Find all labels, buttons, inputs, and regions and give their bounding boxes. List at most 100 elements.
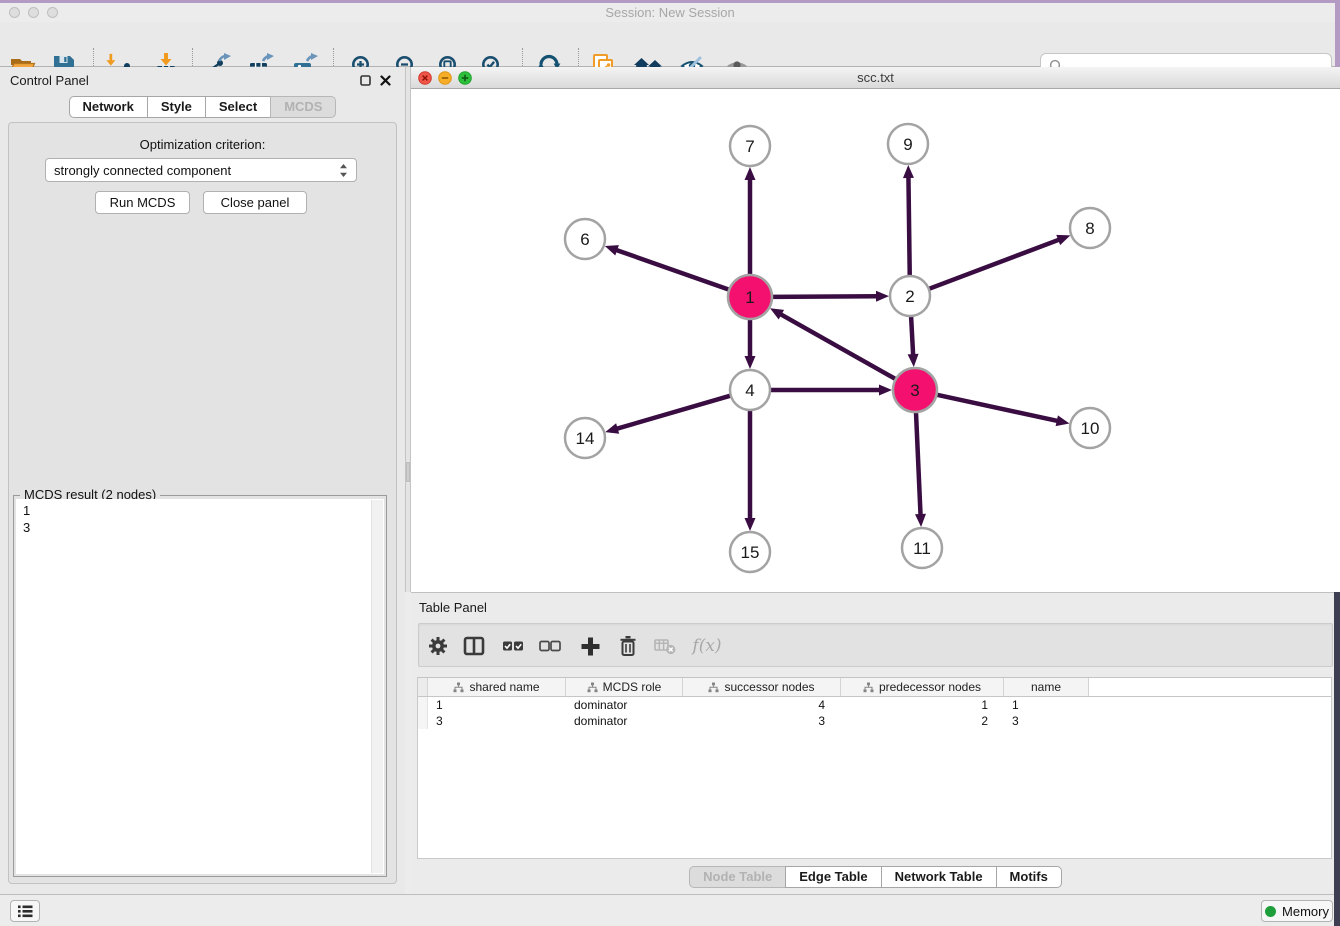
graph-node-1[interactable]: 1: [728, 275, 772, 319]
float-panel-button[interactable]: [359, 74, 372, 87]
table-cell[interactable]: 1: [1004, 697, 1089, 713]
show-panels-list-button[interactable]: [10, 900, 40, 922]
graph-node-15[interactable]: 15: [730, 532, 770, 572]
graph-node-label: 14: [576, 429, 595, 448]
application-window: Session: New Session: [0, 0, 1340, 926]
graph-node-label: 8: [1085, 219, 1094, 238]
graph-node-10[interactable]: 10: [1070, 408, 1110, 448]
tab-style[interactable]: Style: [147, 96, 206, 118]
dropdown-arrows-icon: [339, 163, 348, 178]
network-canvas[interactable]: 1 2 3 4 6 7 8 9 10 11 14 15: [411, 89, 1340, 592]
table-cell[interactable]: dominator: [566, 713, 683, 729]
column-label: successor nodes: [724, 680, 814, 694]
main-toolbar: [0, 22, 1340, 67]
graph-edge-1-6[interactable]: [615, 250, 729, 290]
table-cell[interactable]: 1: [428, 697, 566, 713]
tab-node-table[interactable]: Node Table: [689, 866, 786, 888]
delete-column-button[interactable]: [612, 630, 644, 662]
control-panel-tabstrip: Network Style Select MCDS: [0, 96, 405, 118]
table-row[interactable]: 3dominator323: [418, 713, 1331, 729]
close-panel-button[interactable]: [379, 74, 392, 87]
tab-motifs[interactable]: Motifs: [996, 866, 1062, 888]
table-settings-button[interactable]: [422, 630, 454, 662]
tab-mcds[interactable]: MCDS: [270, 96, 336, 118]
criterion-dropdown[interactable]: strongly connected component: [45, 158, 357, 182]
column-header-predecessor-nodes[interactable]: predecessor nodes: [841, 678, 1004, 696]
table-cell[interactable]: 3: [428, 713, 566, 729]
graph-node-6[interactable]: 6: [565, 219, 605, 259]
mcds-result-textarea[interactable]: 13: [16, 499, 384, 874]
graph-node-7[interactable]: 7: [730, 126, 770, 166]
column-header-name[interactable]: name: [1004, 678, 1089, 696]
tree-icon: [708, 682, 719, 693]
network-window-titlebar[interactable]: scc.txt: [411, 67, 1340, 89]
graph-node-11[interactable]: 11: [902, 528, 942, 568]
table-cell[interactable]: 1: [841, 697, 1004, 713]
split-columns-icon: [463, 636, 485, 656]
graph-edge-4-14[interactable]: [616, 396, 731, 429]
graph-edge-2-9[interactable]: [908, 176, 909, 276]
list-icon: [17, 905, 33, 918]
memory-button[interactable]: Memory: [1261, 900, 1333, 922]
graph-node-label: 4: [745, 381, 754, 400]
function-builder-button[interactable]: f(x): [691, 630, 723, 662]
graph-node-8[interactable]: 8: [1070, 208, 1110, 248]
deselect-all-button[interactable]: [534, 630, 566, 662]
graph-edge-3-1[interactable]: [780, 314, 896, 380]
column-header-mcds-role[interactable]: MCDS role: [566, 678, 683, 696]
close-panel-action-button[interactable]: Close panel: [203, 191, 307, 214]
table-cell[interactable]: 2: [841, 713, 1004, 729]
table-row[interactable]: 1dominator411: [418, 697, 1331, 713]
result-scrollbar[interactable]: [371, 500, 383, 873]
delete-table-button[interactable]: [649, 630, 681, 662]
graph-node-label: 7: [745, 137, 754, 156]
graph-edge-1-2[interactable]: [772, 296, 878, 297]
graph-edge-arrowhead: [745, 167, 756, 180]
tab-edge-table[interactable]: Edge Table: [785, 866, 881, 888]
graph-node-14[interactable]: 14: [565, 418, 605, 458]
graph-edge-arrowhead: [915, 514, 926, 527]
graph-edge-arrowhead: [876, 291, 889, 302]
graph-edge-3-11[interactable]: [916, 412, 921, 516]
window-edge-accent: [1335, 0, 1340, 67]
node-table: shared name MCDS role successor nodes pr…: [417, 677, 1332, 859]
graph-node-label: 9: [903, 135, 912, 154]
table-cell[interactable]: dominator: [566, 697, 683, 713]
graph-edge-arrowhead: [745, 518, 756, 531]
mcds-result-group: MCDS result (2 nodes) 13: [13, 495, 387, 877]
mcds-result-line: 1: [23, 502, 384, 519]
graph-edge-3-10[interactable]: [936, 395, 1058, 422]
graph-node-2[interactable]: 2: [890, 276, 930, 316]
tab-select[interactable]: Select: [205, 96, 271, 118]
graph-edge-arrowhead: [908, 354, 919, 367]
desktop-edge: [1334, 592, 1340, 926]
table-panel: Table Panel: [411, 592, 1340, 894]
table-cell[interactable]: 3: [1004, 713, 1089, 729]
column-label: predecessor nodes: [879, 680, 981, 694]
run-mcds-button[interactable]: Run MCDS: [95, 191, 190, 214]
column-header-shared-name[interactable]: shared name: [428, 678, 566, 696]
status-bar: Memory: [0, 894, 1340, 926]
select-all-button[interactable]: [497, 630, 529, 662]
tab-network[interactable]: Network: [69, 96, 148, 118]
close-icon: [380, 75, 391, 86]
network-view-window: scc.txt 1 2 3 4 6 7 8 9 10 11 14 15: [411, 67, 1340, 592]
table-cell[interactable]: 4: [683, 697, 841, 713]
graph-node-3[interactable]: 3: [893, 368, 937, 412]
tab-network-table[interactable]: Network Table: [881, 866, 997, 888]
graph-edge-2-3[interactable]: [911, 316, 913, 356]
graph-edge-arrowhead: [605, 423, 619, 434]
memory-status-dot: [1265, 906, 1276, 917]
graph-edge-arrowhead: [879, 385, 892, 396]
table-cell[interactable]: 3: [683, 713, 841, 729]
splitter-grip[interactable]: [406, 462, 410, 482]
split-view-button[interactable]: [458, 630, 490, 662]
window-titlebar[interactable]: Session: New Session: [0, 3, 1340, 22]
column-header-successor-nodes[interactable]: successor nodes: [683, 678, 841, 696]
graph-node-label: 11: [913, 539, 931, 558]
graph-node-9[interactable]: 9: [888, 124, 928, 164]
graph-edge-2-8[interactable]: [929, 239, 1060, 289]
add-column-button[interactable]: [574, 630, 606, 662]
table-body: 1dominator4113dominator323: [418, 697, 1331, 729]
graph-node-4[interactable]: 4: [730, 370, 770, 410]
